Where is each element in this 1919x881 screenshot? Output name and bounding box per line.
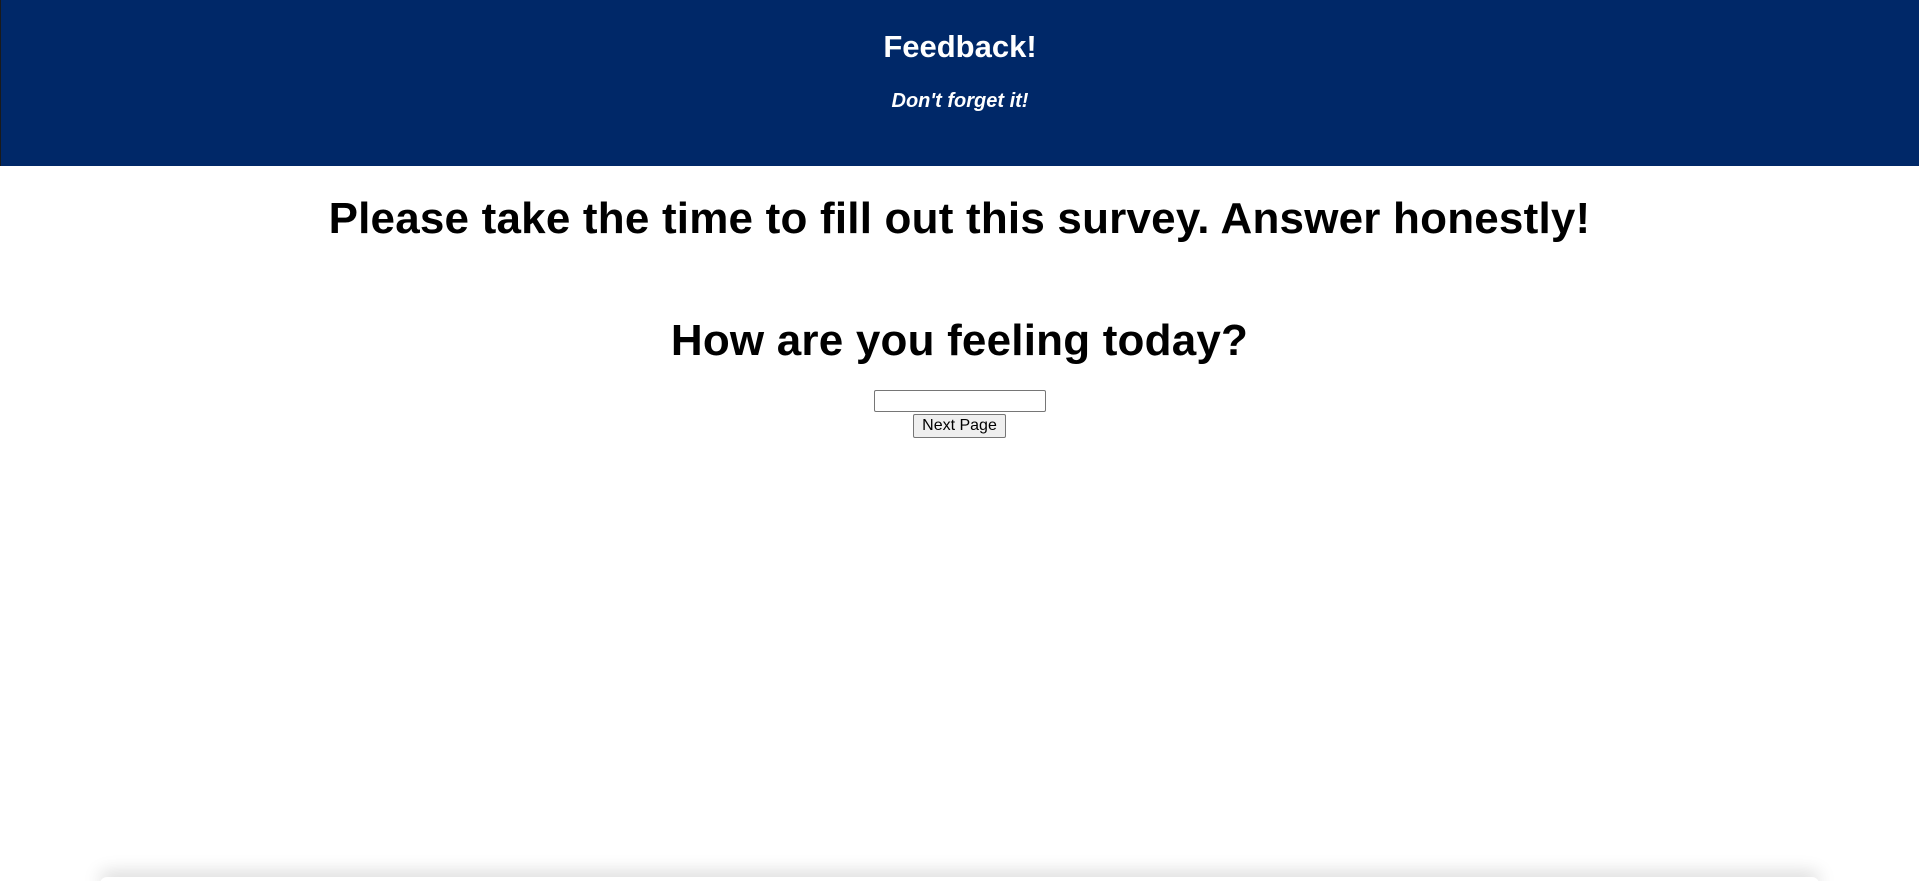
site-tagline: Don't forget it! [891,90,1029,112]
site-title: Feedback! [883,29,1037,64]
question-section: How are you feeling today? Next Page [0,315,1919,438]
page: Feedback! Don't forget it! Please take t… [0,0,1919,881]
next-page-button[interactable]: Next Page [913,414,1006,438]
answer-input[interactable] [873,390,1046,412]
site-header: Feedback! Don't forget it! [0,0,1919,166]
survey-intro: Please take the time to fill out this su… [328,194,1591,243]
bottom-shadow [100,877,1819,881]
question-heading: How are you feeling today? [670,316,1249,365]
answer-form: Next Page [0,390,1919,438]
